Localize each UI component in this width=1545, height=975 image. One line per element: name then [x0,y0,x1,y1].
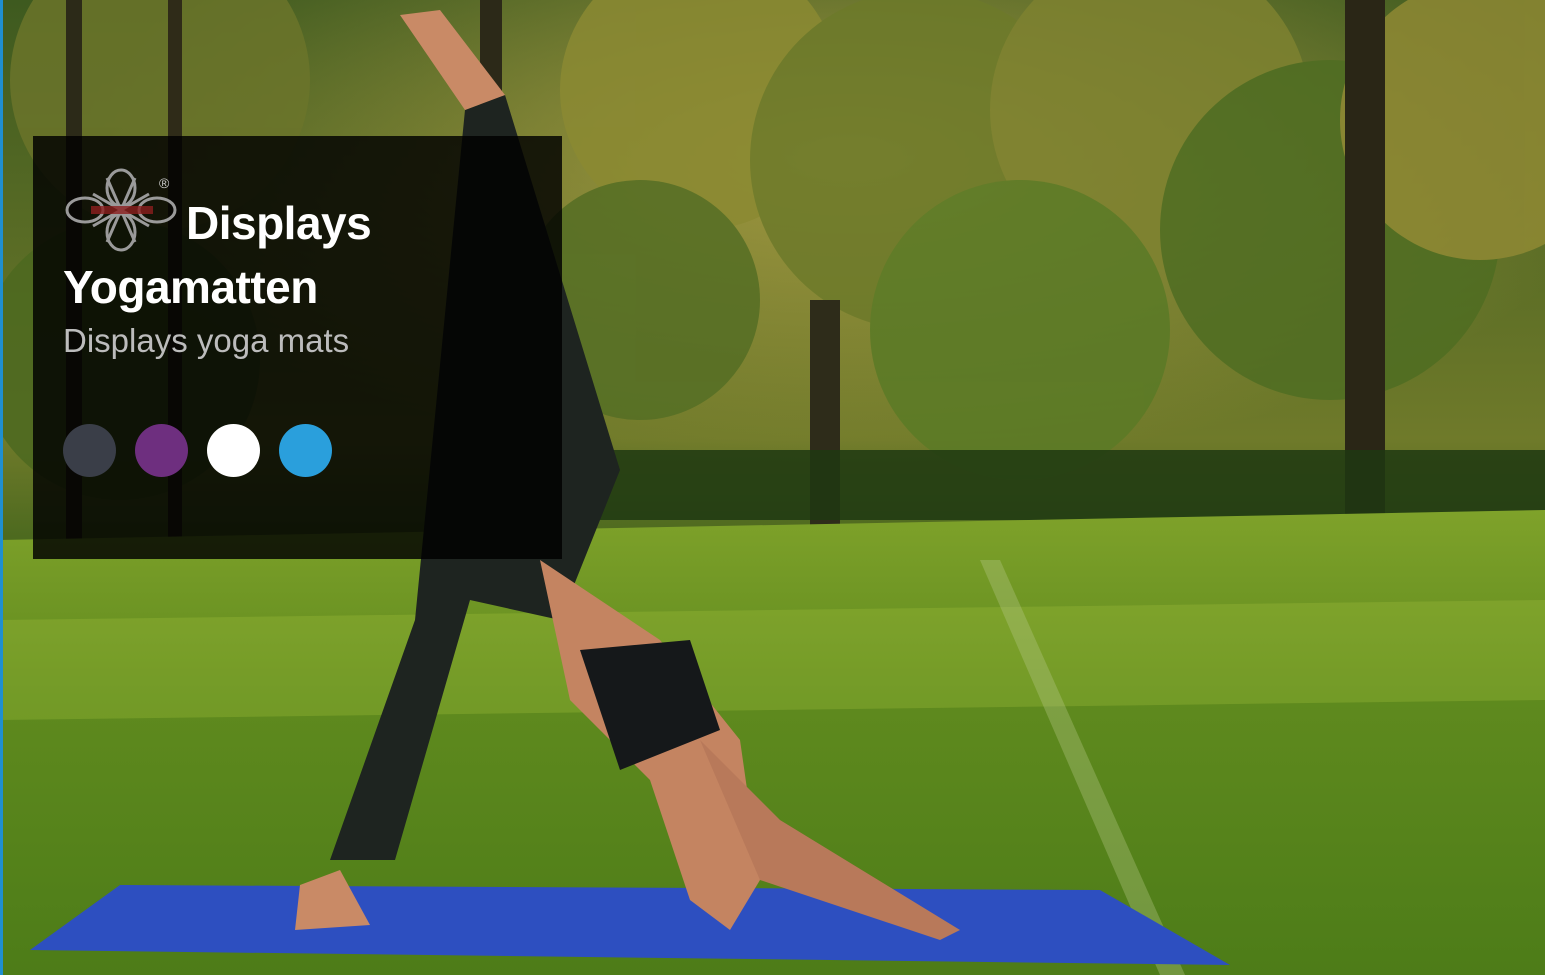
swatch-white [207,424,260,477]
swatch-purple [135,424,188,477]
color-swatches [63,424,332,477]
swatch-blue [279,424,332,477]
swatch-dark-gray [63,424,116,477]
knot-logo-icon: ® [65,168,177,252]
accent-edge [0,0,3,975]
svg-text:®: ® [159,175,170,191]
title-line-2: Yogamatten [63,261,318,313]
title-line-1: Displays [186,197,372,249]
product-info-panel: ® Displays Yogamatten Displays yoga mats [33,136,562,559]
subtitle: Displays yoga mats [63,322,350,359]
